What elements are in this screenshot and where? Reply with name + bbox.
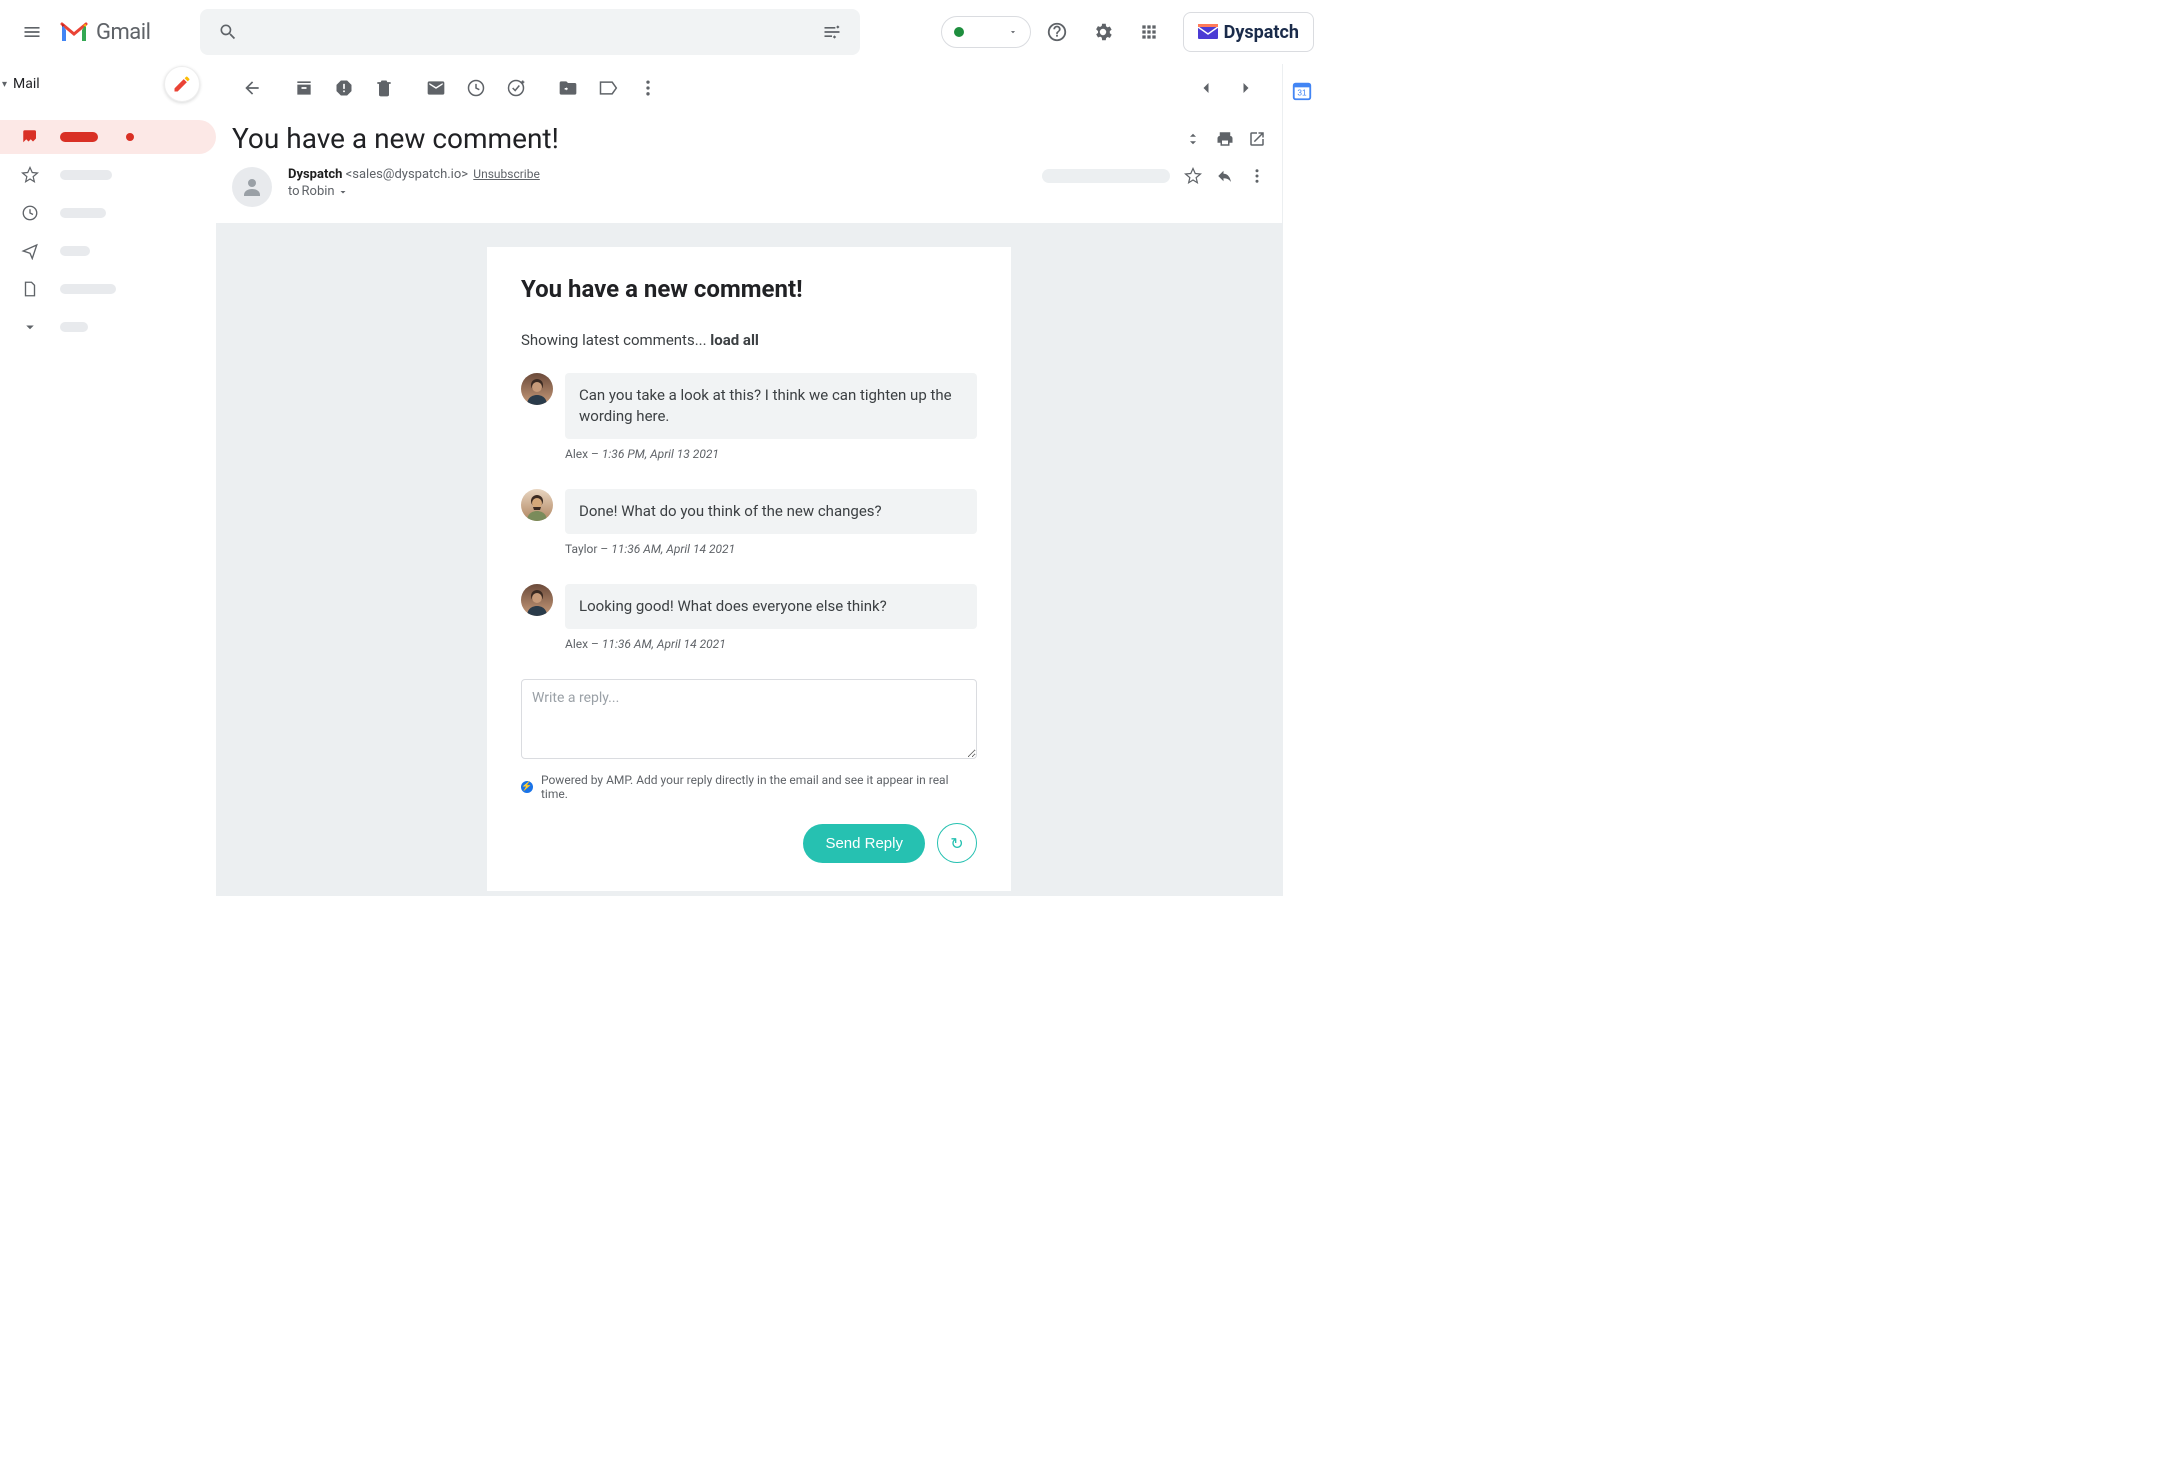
send-reply-button[interactable]: Send Reply	[803, 824, 925, 863]
comments-loading-row: Showing latest comments... load all	[521, 331, 977, 349]
comment-avatar	[521, 489, 553, 521]
search-icon[interactable]	[208, 12, 248, 52]
comment-item: Looking good! What does everyone else th…	[521, 584, 977, 651]
email-subject: You have a new comment!	[232, 122, 1184, 155]
comment-item: Can you take a look at this? I think we …	[521, 373, 977, 461]
sender-name: Dyspatch	[288, 167, 342, 182]
sidebar-item-sent[interactable]	[0, 234, 216, 268]
star-message-button[interactable]	[1184, 167, 1202, 185]
settings-icon[interactable]	[1083, 12, 1123, 52]
sender-avatar	[232, 167, 272, 207]
inbox-icon	[20, 128, 40, 146]
reply-textarea[interactable]	[521, 679, 977, 759]
refresh-button[interactable]: ↻	[937, 823, 977, 863]
placeholder-label	[60, 132, 98, 142]
file-icon	[20, 280, 40, 298]
email-body-title: You have a new comment!	[521, 275, 977, 303]
message-more-button[interactable]	[1248, 167, 1266, 185]
gmail-wordmark: Gmail	[96, 20, 150, 45]
dyspatch-label: Dyspatch	[1224, 22, 1299, 43]
sidebar-item-snoozed[interactable]	[0, 196, 216, 230]
more-actions-button[interactable]	[628, 68, 668, 108]
dyspatch-addon-button[interactable]: Dyspatch	[1183, 12, 1314, 52]
expand-all-icon[interactable]	[1184, 130, 1202, 148]
email-body: You have a new comment! Showing latest c…	[487, 247, 1011, 891]
dyspatch-logo-icon	[1198, 24, 1218, 40]
add-to-tasks-button[interactable]	[496, 68, 536, 108]
placeholder-label	[60, 322, 88, 332]
received-date-placeholder	[1042, 169, 1170, 183]
report-spam-button[interactable]	[324, 68, 364, 108]
main-menu-button[interactable]	[8, 8, 56, 56]
sender-email: <sales@dyspatch.io>	[346, 167, 468, 182]
clock-icon	[20, 204, 40, 222]
back-button[interactable]	[232, 68, 272, 108]
reply-button[interactable]	[1216, 167, 1234, 185]
comment-timestamp: 1:36 PM, April 13 2021	[602, 447, 719, 461]
archive-button[interactable]	[284, 68, 324, 108]
compose-button[interactable]	[164, 66, 200, 102]
comment-avatar	[521, 584, 553, 616]
amp-note-text: Powered by AMP. Add your reply directly …	[541, 773, 977, 801]
unsubscribe-link[interactable]: Unsubscribe	[473, 167, 540, 181]
unread-indicator-icon	[126, 133, 134, 141]
search-input[interactable]	[248, 23, 812, 41]
placeholder-label	[60, 284, 116, 294]
amp-icon: ⚡	[521, 781, 533, 793]
gmail-logo[interactable]: Gmail	[60, 20, 150, 45]
mail-label: Mail	[13, 76, 40, 92]
comment-text: Can you take a look at this? I think we …	[565, 373, 977, 439]
comment-timestamp: 11:36 AM, April 14 2021	[611, 542, 735, 556]
comment-timestamp: 11:36 AM, April 14 2021	[602, 637, 726, 651]
comment-author: Alex	[565, 447, 588, 461]
newer-button[interactable]	[1186, 68, 1226, 108]
sidebar-item-drafts[interactable]	[0, 272, 216, 306]
recipient-prefix: to	[288, 184, 300, 199]
comment-author: Taylor	[565, 542, 597, 556]
comment-item: Done! What do you think of the new chang…	[521, 489, 977, 556]
labels-button[interactable]	[588, 68, 628, 108]
sent-icon	[20, 242, 40, 260]
search-bar[interactable]	[200, 9, 860, 55]
calendar-addon-icon[interactable]: 31	[1291, 80, 1315, 104]
delete-button[interactable]	[364, 68, 404, 108]
apps-grid-icon[interactable]	[1129, 12, 1169, 52]
snooze-button[interactable]	[456, 68, 496, 108]
search-options-icon[interactable]	[812, 12, 852, 52]
older-button[interactable]	[1226, 68, 1266, 108]
load-all-link[interactable]: load all	[710, 331, 759, 349]
chevron-down-icon	[20, 318, 40, 336]
sidebar-item-more[interactable]	[0, 310, 216, 344]
move-to-button[interactable]	[548, 68, 588, 108]
placeholder-label	[60, 246, 90, 256]
open-in-new-icon[interactable]	[1248, 130, 1266, 148]
placeholder-label	[60, 208, 106, 218]
status-active-icon	[954, 27, 964, 37]
comment-text: Done! What do you think of the new chang…	[565, 489, 977, 534]
sidebar-item-inbox[interactable]	[0, 120, 216, 154]
svg-text:31: 31	[1297, 89, 1307, 98]
mail-collapse-icon[interactable]: ▾	[2, 79, 7, 90]
mark-unread-button[interactable]	[416, 68, 456, 108]
recipient-name: Robin	[302, 184, 335, 199]
print-icon[interactable]	[1216, 130, 1234, 148]
show-details-icon[interactable]	[337, 186, 349, 198]
comment-author: Alex	[565, 637, 588, 651]
comment-text: Looking good! What does everyone else th…	[565, 584, 977, 629]
star-icon	[20, 166, 40, 184]
placeholder-label	[60, 170, 112, 180]
support-icon[interactable]	[1037, 12, 1077, 52]
chevron-down-icon	[1008, 27, 1018, 37]
comment-avatar	[521, 373, 553, 405]
status-selector[interactable]	[941, 16, 1031, 48]
sidebar-item-starred[interactable]	[0, 158, 216, 192]
